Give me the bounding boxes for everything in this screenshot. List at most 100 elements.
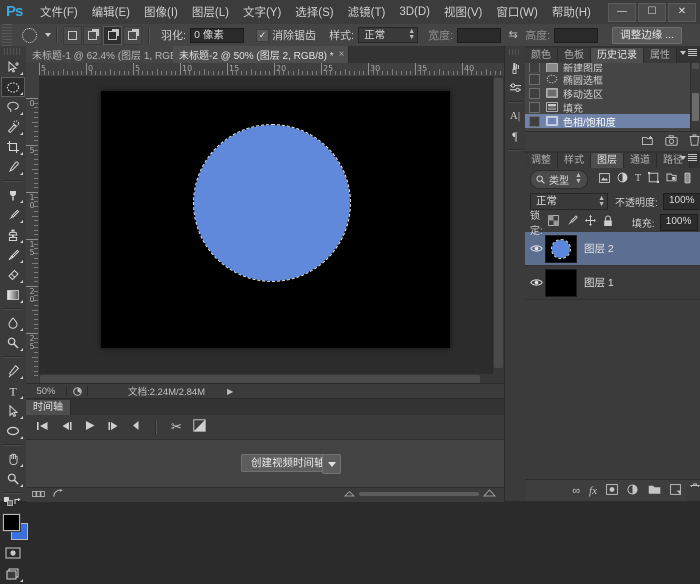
create-snapshot-button[interactable] — [665, 134, 678, 149]
audio-button[interactable] — [131, 420, 141, 434]
panel-menu-button[interactable] — [680, 154, 697, 161]
antialias-checkbox[interactable]: ✓ — [256, 28, 270, 42]
tab-styles[interactable]: 样式 — [558, 153, 591, 168]
clone-stamp-tool[interactable] — [1, 225, 25, 245]
subtract-from-selection-button[interactable] — [103, 25, 122, 45]
document-tab-untitled-2[interactable]: 未标题-2 @ 50% (图层 2, RGB/8) * × — [173, 46, 350, 63]
fill-value[interactable]: 100% — [659, 213, 698, 231]
dodge-tool[interactable] — [1, 333, 25, 353]
history-checkbox[interactable] — [529, 87, 540, 99]
type-filter-icon[interactable]: T — [635, 174, 641, 184]
pixel-filter-icon[interactable] — [599, 172, 610, 186]
next-frame-button[interactable] — [107, 421, 120, 434]
close-icon[interactable]: × — [339, 49, 345, 60]
quick-mask-icon[interactable] — [1, 544, 25, 562]
ellipse-shape-tool[interactable] — [1, 421, 25, 441]
split-clip-button[interactable]: ✂ — [171, 419, 182, 435]
vertical-ruler[interactable]: 0 5 10 15 20 25 — [26, 76, 40, 385]
feather-input[interactable] — [190, 27, 245, 43]
create-document-from-state-button[interactable] — [641, 135, 654, 149]
menu-file[interactable]: 文件(F) — [33, 1, 85, 23]
history-checkbox[interactable] — [529, 73, 540, 85]
layer-visibility-icon[interactable] — [528, 244, 545, 253]
screen-mode-icon[interactable] — [1, 564, 25, 584]
history-brush-tool[interactable] — [1, 245, 25, 265]
layer-row-layer-2[interactable]: 图层 2 — [525, 232, 700, 266]
timeline-zoom-slider[interactable] — [359, 492, 479, 496]
toolbox-grip[interactable] — [4, 48, 22, 55]
tab-properties[interactable]: 属性 — [644, 48, 677, 63]
elliptical-marquee-tool[interactable] — [1, 77, 25, 97]
zoom-in-icon[interactable] — [482, 488, 497, 500]
history-list-item-move[interactable]: 移动选区 — [525, 86, 691, 101]
close-button[interactable]: ✕ — [668, 3, 696, 22]
tab-color[interactable]: 颜色 — [525, 48, 558, 63]
filter-power-icon[interactable] — [684, 172, 691, 187]
zoom-tool[interactable] — [1, 469, 25, 489]
history-list-item-ellipse[interactable]: 椭圆选框 — [525, 72, 691, 87]
zoom-level[interactable]: 50% — [26, 386, 66, 397]
spinner-icon[interactable]: ▲ ▼ — [408, 28, 415, 41]
maximize-button[interactable]: ☐ — [638, 3, 666, 22]
type-tool[interactable]: T — [1, 381, 25, 401]
menu-window[interactable]: 窗口(W) — [489, 1, 545, 23]
tab-swatches[interactable]: 色板 — [558, 48, 591, 63]
create-timeline-dropdown-button[interactable] — [322, 454, 341, 474]
smart-object-filter-icon[interactable] — [666, 172, 677, 186]
history-checkbox[interactable] — [529, 115, 540, 127]
menu-help[interactable]: 帮助(H) — [545, 1, 598, 23]
delete-state-button[interactable] — [689, 134, 700, 149]
new-fill-adjustment-button[interactable] — [627, 483, 639, 498]
hand-tool[interactable] — [1, 449, 25, 469]
crop-tool[interactable] — [1, 137, 25, 157]
canvas-viewport[interactable] — [39, 76, 504, 385]
opacity-value[interactable]: 100% — [662, 192, 700, 210]
convert-to-frame-animation-button[interactable] — [32, 489, 45, 501]
menu-image[interactable]: 图像(I) — [137, 1, 185, 23]
layer-thumbnail[interactable] — [545, 268, 577, 297]
height-input[interactable] — [554, 27, 599, 43]
artboard[interactable] — [101, 91, 450, 348]
link-layers-button[interactable]: ∞ — [572, 485, 580, 497]
layer-filter-select[interactable]: 类型 ▲ ▼ — [530, 169, 588, 189]
go-to-first-frame-button[interactable] — [36, 421, 49, 434]
swap-colors-icon[interactable] — [14, 497, 23, 509]
menu-layer[interactable]: 图层(L) — [185, 1, 236, 23]
tab-adjustments[interactable]: 调整 — [525, 153, 558, 168]
new-layer-button[interactable] — [670, 483, 681, 498]
tab-layers[interactable]: 图层 — [591, 153, 624, 168]
history-list-item-fill[interactable]: 填充 — [525, 100, 691, 115]
layer-style-button[interactable]: fx — [589, 485, 597, 497]
history-scrollbar[interactable] — [690, 63, 700, 131]
resize-grip[interactable] — [686, 487, 700, 501]
eyedropper-tool[interactable] — [1, 157, 25, 177]
document-info-icon[interactable] — [67, 386, 87, 396]
previous-frame-button[interactable] — [60, 421, 73, 434]
brush-tool[interactable] — [1, 205, 25, 225]
options-bar-grip[interactable] — [2, 24, 12, 46]
menu-3d[interactable]: 3D(D) — [392, 3, 437, 21]
transition-button[interactable] — [193, 419, 206, 435]
ellipse-marquee-icon[interactable] — [16, 26, 42, 44]
default-colors-icon[interactable] — [3, 497, 13, 509]
tab-history[interactable]: 历史记录 — [591, 48, 644, 63]
tab-timeline[interactable]: 时间轴 — [26, 400, 71, 415]
blur-tool[interactable] — [1, 313, 25, 333]
tab-channels[interactable]: 通道 — [624, 153, 657, 168]
create-video-timeline-button[interactable]: 创建视频时间轴 — [241, 454, 335, 472]
quick-selection-tool[interactable] — [1, 117, 25, 137]
intersect-selection-button[interactable] — [123, 25, 142, 45]
lasso-tool[interactable] — [1, 97, 25, 117]
dock-grip[interactable] — [509, 49, 521, 55]
brush-presets-panel-icon[interactable] — [505, 78, 525, 98]
eraser-tool[interactable] — [1, 265, 25, 285]
layer-row-layer-1[interactable]: 图层 1 — [525, 266, 700, 300]
menu-view[interactable]: 视图(V) — [437, 1, 489, 23]
refine-edge-button[interactable]: 调整边缘 ... — [612, 26, 682, 44]
spinner-icon[interactable]: ▲ ▼ — [575, 172, 582, 185]
lock-transparent-pixels-icon[interactable] — [547, 215, 559, 229]
spinner-icon[interactable]: ▲ ▼ — [598, 195, 605, 208]
menu-edit[interactable]: 编辑(E) — [85, 1, 137, 23]
history-list-item-partial[interactable]: 新建图层 — [525, 63, 691, 72]
panel-menu-button[interactable] — [680, 49, 697, 56]
